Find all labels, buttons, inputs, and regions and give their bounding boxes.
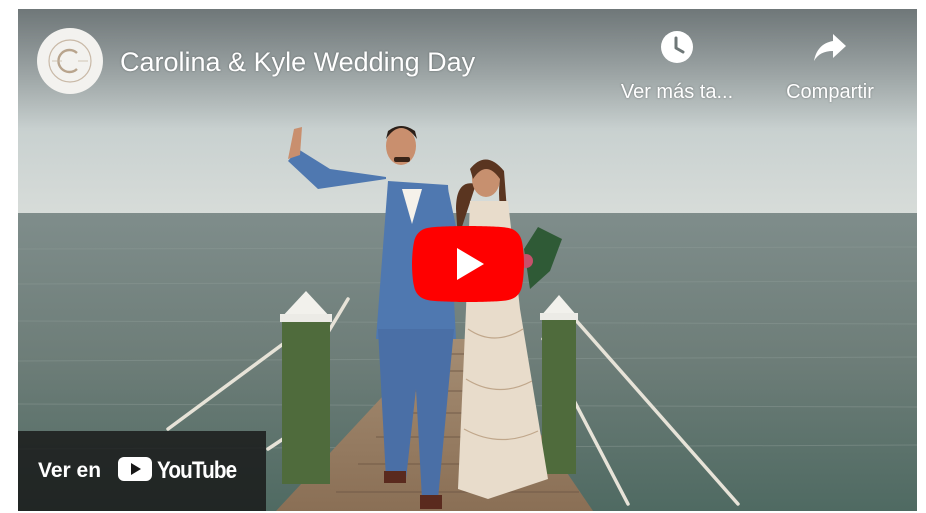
youtube-logo-icon <box>118 456 153 486</box>
youtube-logo: YouTube <box>118 456 249 486</box>
watch-on-label: Ver en <box>38 459 102 482</box>
watch-later-button[interactable]: Ver más ta... <box>612 29 742 104</box>
channel-logo-icon <box>46 37 94 85</box>
watch-later-label: Ver más ta... <box>620 81 734 103</box>
youtube-wordmark: YouTube <box>157 457 237 484</box>
play-button[interactable] <box>412 224 524 304</box>
video-title[interactable]: Carolina & Kyle Wedding Day <box>120 46 475 78</box>
clock-icon <box>659 29 695 70</box>
share-arrow-icon <box>812 29 848 70</box>
play-icon <box>412 226 524 302</box>
watch-on-youtube-button[interactable]: Ver en YouTube <box>18 431 266 511</box>
video-player[interactable]: Carolina & Kyle Wedding Day Ver más ta..… <box>18 9 917 511</box>
share-button[interactable]: Compartir <box>774 29 886 104</box>
channel-avatar[interactable] <box>37 28 103 94</box>
share-label: Compartir <box>786 81 874 103</box>
